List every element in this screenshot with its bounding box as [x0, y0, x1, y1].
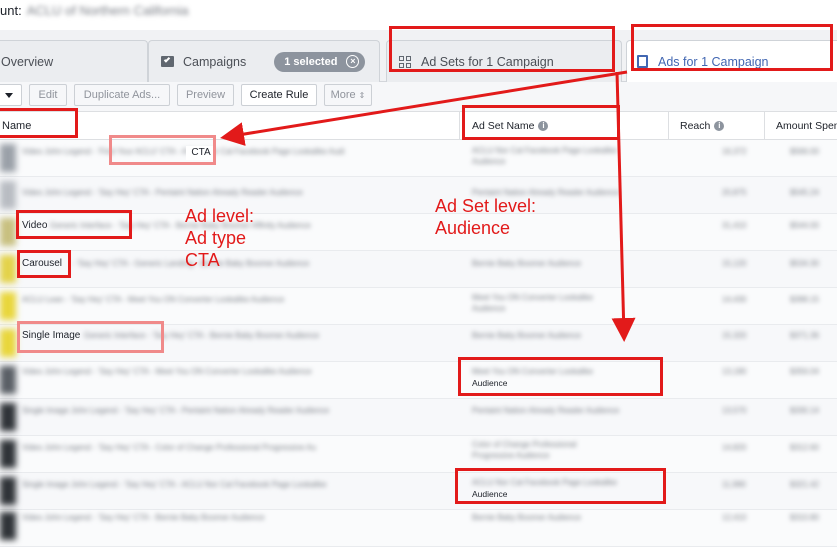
- arrow-to-cta: [220, 70, 628, 146]
- arrow-to-audience: [611, 71, 636, 342]
- annotation-arrows: [220, 70, 636, 342]
